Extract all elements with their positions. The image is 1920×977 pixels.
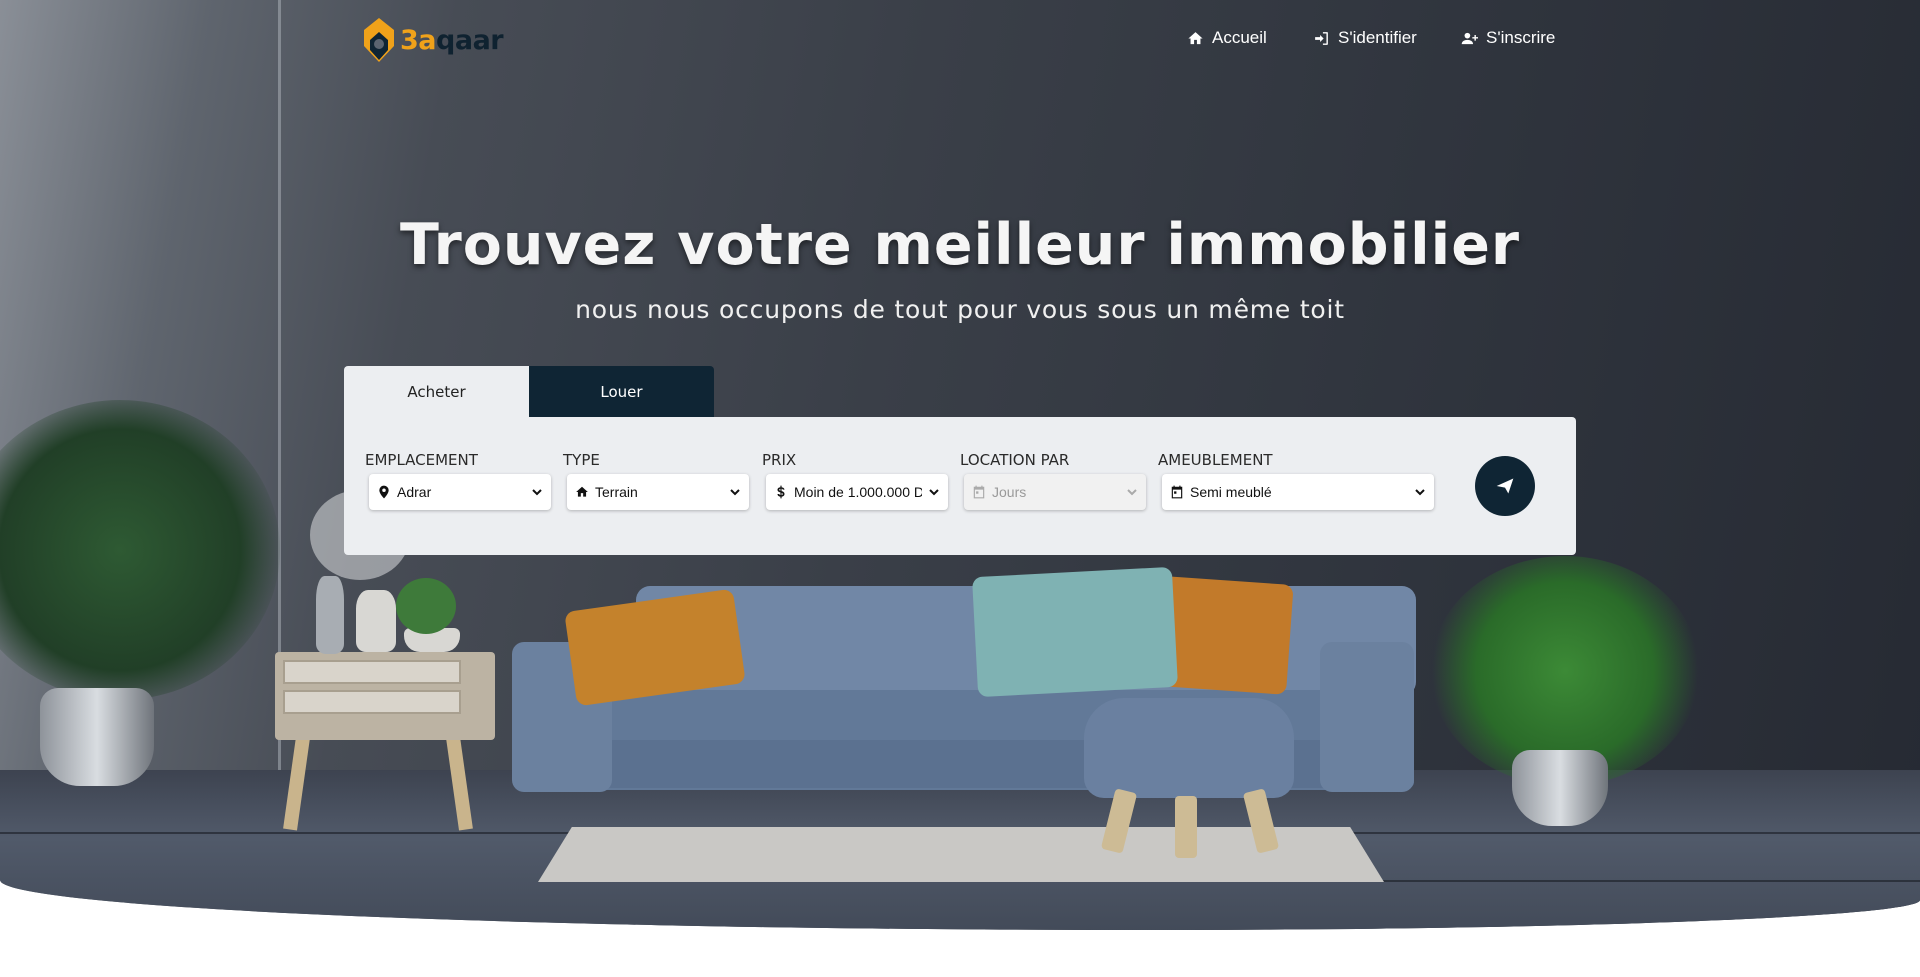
price-select[interactable]: Moin de 1.000.000 D: [766, 474, 948, 510]
user-plus-icon: [1461, 32, 1478, 44]
sign-in-icon: [1315, 31, 1328, 45]
location-select[interactable]: Adrar: [369, 474, 551, 510]
calendar-icon: [1171, 485, 1183, 499]
dollar-icon: [777, 485, 785, 499]
calendar-icon: [973, 485, 985, 499]
ottoman: [1084, 698, 1294, 798]
left-plant: [0, 400, 280, 700]
hero-subtitle: nous nous occupons de tout pour vous sou…: [575, 295, 1345, 324]
search-panel: EMPLACEMENT Adrar TYPE Terrain PRIX Moin…: [344, 417, 1576, 555]
nav-home-label: Accueil: [1212, 28, 1267, 47]
tab-rent[interactable]: Louer: [529, 366, 714, 417]
vase: [356, 590, 396, 652]
type-select[interactable]: Terrain: [567, 474, 749, 510]
rent-by-label: LOCATION PAR: [960, 451, 1070, 469]
home-icon: [576, 486, 588, 497]
price-label: PRIX: [762, 451, 797, 469]
nav-signup[interactable]: S'inscrire: [1461, 28, 1555, 48]
furnishing-select[interactable]: Semi meublé: [1162, 474, 1434, 510]
location-field: EMPLACEMENT Adrar: [365, 451, 551, 510]
search-tabs: Acheter Louer: [344, 366, 714, 417]
nav-home[interactable]: Accueil: [1187, 28, 1267, 48]
type-value: Terrain: [595, 484, 638, 500]
brand-logo[interactable]: 3aqaar: [362, 16, 504, 64]
rent-by-field: LOCATION PAR Jours: [960, 451, 1146, 510]
paper-plane-icon: [1496, 478, 1514, 494]
furnishing-label: AMEUBLEMENT: [1158, 451, 1273, 469]
pillow: [971, 566, 1179, 698]
furnishing-field: AMEUBLEMENT Semi meublé: [1158, 451, 1434, 510]
right-pot: [1512, 750, 1608, 826]
home-icon: [1188, 31, 1203, 44]
price-value: Moin de 1.000.000 D: [794, 484, 922, 500]
nav-signup-label: S'inscrire: [1486, 28, 1556, 47]
drawer: [283, 690, 461, 714]
chevron-down-icon: [532, 489, 542, 496]
chevron-down-icon: [929, 489, 939, 496]
brand-name: 3aqaar: [400, 24, 504, 56]
left-pot: [40, 688, 154, 786]
location-value: Adrar: [397, 484, 432, 500]
rent-by-value: Jours: [992, 484, 1027, 500]
price-field: PRIX Moin de 1.000.000 D: [762, 451, 948, 510]
map-marker-icon: [379, 485, 389, 499]
search-submit-button[interactable]: [1475, 456, 1535, 516]
nav-login-label: S'identifier: [1338, 28, 1417, 47]
location-label: EMPLACEMENT: [365, 451, 478, 469]
chevron-down-icon: [1415, 489, 1425, 496]
ottoman-leg: [1175, 796, 1197, 858]
sofa-arm: [1320, 642, 1414, 792]
nav-login[interactable]: S'identifier: [1313, 28, 1417, 48]
type-field: TYPE Terrain: [563, 451, 749, 510]
logo-house-pin-icon: [362, 16, 396, 64]
succulent: [396, 578, 456, 634]
drawer: [283, 660, 461, 684]
bottle: [316, 576, 344, 654]
rent-by-select: Jours: [964, 474, 1146, 510]
chevron-down-icon: [730, 489, 740, 496]
chevron-down-icon: [1127, 489, 1137, 496]
tab-buy[interactable]: Acheter: [344, 366, 529, 417]
hero-title: Trouvez votre meilleur immobilier: [399, 212, 1520, 278]
type-label: TYPE: [563, 451, 600, 469]
furnishing-value: Semi meublé: [1190, 484, 1272, 500]
